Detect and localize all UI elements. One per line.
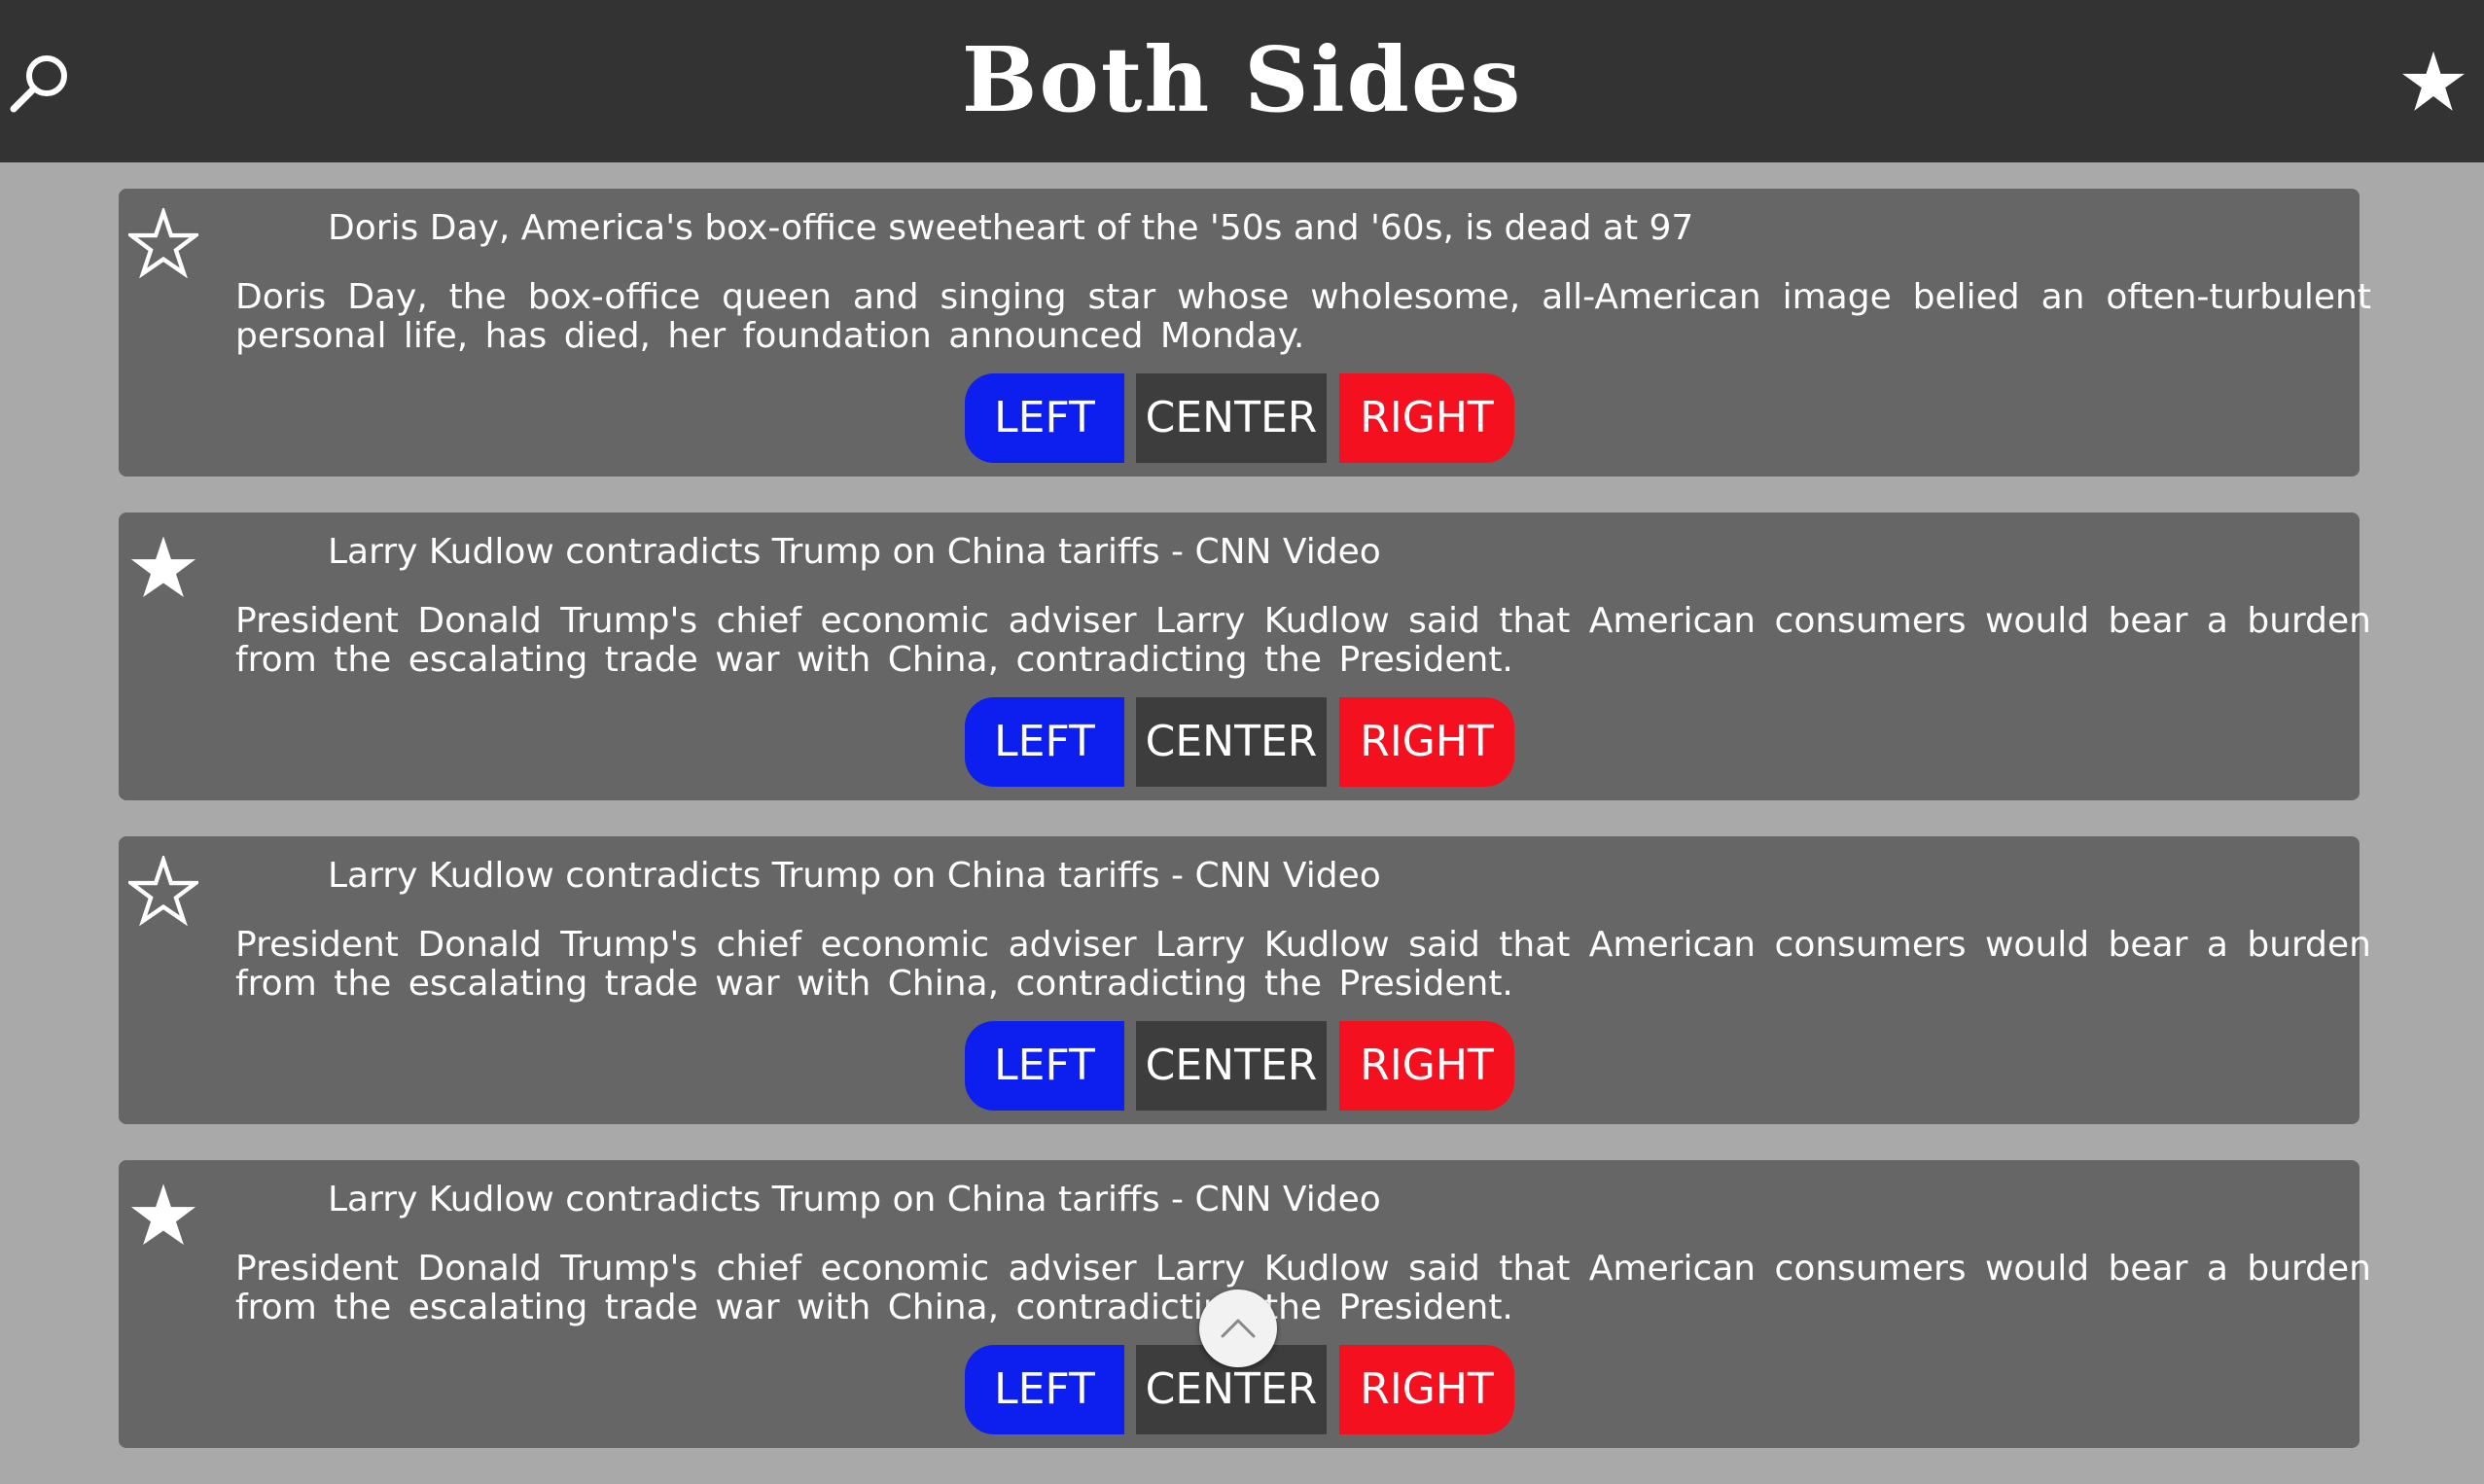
chevron-up-icon: [1221, 1319, 1256, 1338]
star-filled-icon: [130, 536, 196, 597]
app-title: Both Sides: [961, 27, 1523, 132]
star-outline-icon: [124, 205, 202, 279]
left-perspective-button[interactable]: LEFT: [965, 697, 1124, 787]
favorites-button[interactable]: [2400, 49, 2466, 115]
article-card: Larry Kudlow contradicts Trump on China …: [119, 512, 2371, 800]
favorite-toggle[interactable]: [128, 532, 198, 602]
article-title[interactable]: Larry Kudlow contradicts Trump on China …: [328, 530, 2301, 575]
favorite-toggle[interactable]: [124, 853, 202, 927]
center-perspective-button[interactable]: CENTER: [1136, 373, 1327, 463]
article-card: Doris Day, America's box-office sweethea…: [119, 189, 2371, 477]
center-perspective-button[interactable]: CENTER: [1136, 697, 1327, 787]
perspective-buttons: LEFT CENTER RIGHT: [965, 1021, 1646, 1111]
center-perspective-button[interactable]: CENTER: [1136, 1021, 1327, 1111]
article-description: President Donald Trump's chief economic …: [235, 925, 2371, 1004]
perspective-buttons: LEFT CENTER RIGHT: [965, 1345, 1646, 1434]
article-description: Doris Day, the box-office queen and sing…: [235, 277, 2371, 356]
left-perspective-button[interactable]: LEFT: [965, 1021, 1124, 1111]
article-card: Larry Kudlow contradicts Trump on China …: [119, 836, 2371, 1124]
scroll-to-top-button[interactable]: [1199, 1290, 1277, 1367]
star-filled-icon: [130, 1184, 196, 1245]
perspective-buttons: LEFT CENTER RIGHT: [965, 697, 1646, 787]
app-header: Both Sides: [0, 0, 2484, 162]
right-perspective-button[interactable]: RIGHT: [1339, 1345, 1514, 1434]
star-outline-icon: [124, 853, 202, 927]
right-perspective-button[interactable]: RIGHT: [1339, 373, 1514, 463]
article-description: President Donald Trump's chief economic …: [235, 1249, 2371, 1327]
article-title[interactable]: Larry Kudlow contradicts Trump on China …: [328, 854, 2301, 899]
star-filled-icon: [2402, 51, 2465, 111]
right-perspective-button[interactable]: RIGHT: [1339, 1021, 1514, 1111]
favorite-toggle[interactable]: [124, 205, 202, 279]
perspective-buttons: LEFT CENTER RIGHT: [965, 373, 1646, 463]
article-title[interactable]: Larry Kudlow contradicts Trump on China …: [328, 1178, 2301, 1222]
left-perspective-button[interactable]: LEFT: [965, 373, 1124, 463]
favorite-toggle[interactable]: [128, 1180, 198, 1250]
article-description: President Donald Trump's chief economic …: [235, 601, 2371, 680]
article-title[interactable]: Doris Day, America's box-office sweethea…: [328, 206, 2301, 251]
right-perspective-button[interactable]: RIGHT: [1339, 697, 1514, 787]
left-perspective-button[interactable]: LEFT: [965, 1345, 1124, 1434]
